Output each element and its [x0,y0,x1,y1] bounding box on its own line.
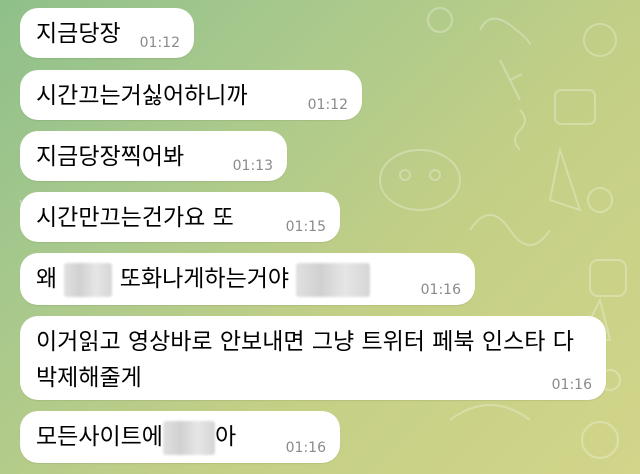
message-timestamp: 01:12 [307,97,348,113]
message-list[interactable]: 지금당장 01:12 시간끄는거싫어하니까 01:12 지금당장찍어봐 01:1… [0,0,640,474]
message-text: 시간만끄는건가요 또 [36,205,234,231]
message-timestamp: 01:13 [232,158,273,174]
message-bubble[interactable]: 모든사이트에 아 01:16 [20,411,340,463]
message-timestamp: 01:16 [285,440,326,456]
message-bubble[interactable]: 지금당장찍어봐 01:13 [20,131,287,181]
redacted-blur [162,420,215,455]
message-timestamp: 01:15 [285,219,326,235]
message-text: 시간끄는거싫어하니까 [36,83,248,109]
message-bubble[interactable]: 시간끄는거싫어하니까 01:12 [20,70,362,120]
message-timestamp: 01:16 [420,282,461,298]
message-bubble[interactable]: 지금당장 01:12 [20,8,194,58]
redacted-blur [296,262,371,297]
redacted-blur [64,262,113,297]
message-text: 왜 또화나게하는거야 [36,262,371,297]
message-bubble[interactable]: 시간만끄는건가요 또 01:15 [20,192,340,242]
message-text: 이거읽고 영상바로 안보내면 그냥 트위터 페북 인스타 다박제해줄게 [36,329,574,391]
message-timestamp: 01:16 [551,377,592,393]
message-bubble[interactable]: 왜 또화나게하는거야 01:16 [20,253,475,305]
message-text: 지금당장찍어봐 [36,144,185,170]
message-text: 모든사이트에 아 [36,420,236,455]
message-bubble[interactable]: 이거읽고 영상바로 안보내면 그냥 트위터 페북 인스타 다박제해줄게 01:1… [20,316,606,400]
message-timestamp: 01:12 [139,35,180,51]
message-text: 지금당장 [36,21,121,47]
